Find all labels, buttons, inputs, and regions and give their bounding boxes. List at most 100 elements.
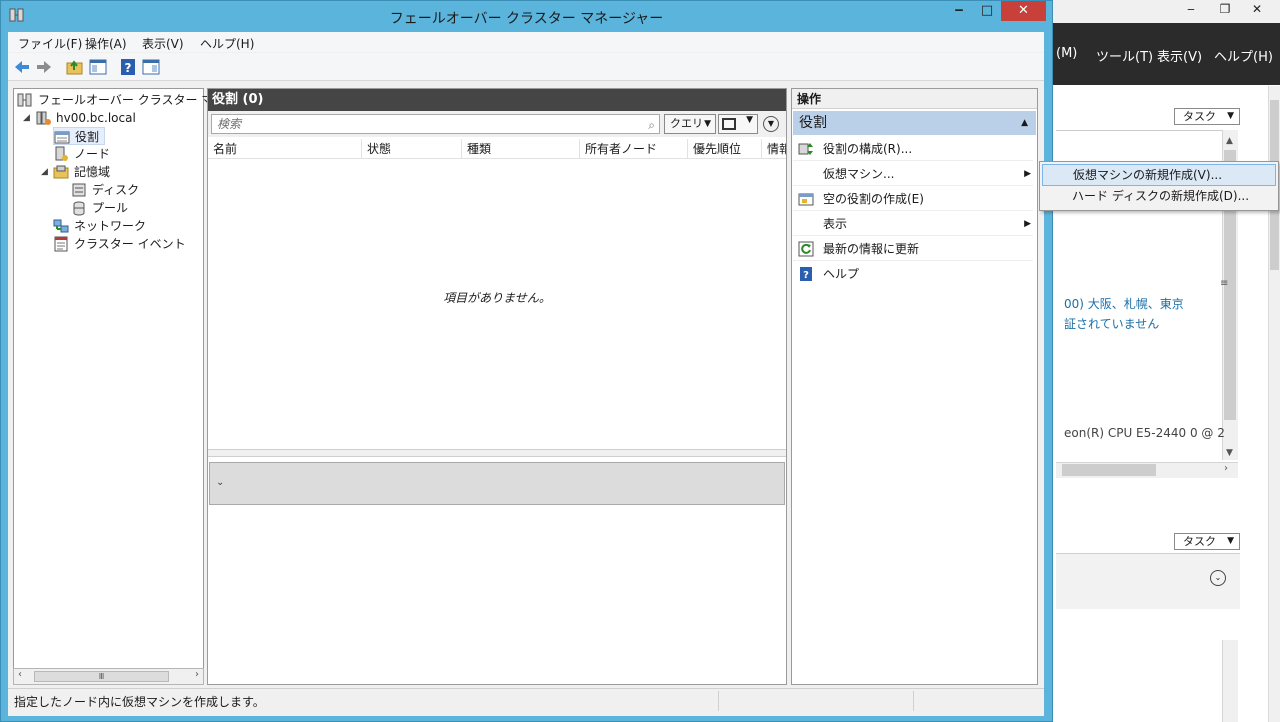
scroll-right-icon[interactable]: › bbox=[1224, 463, 1228, 474]
tree-horizontal-scrollbar[interactable]: ‹ Ⅲ › bbox=[13, 668, 204, 685]
background-restore-button[interactable]: ❐ bbox=[1210, 0, 1240, 20]
tree-item-cluster[interactable]: hv00.bc.local bbox=[35, 109, 195, 127]
background-panel-hscroll-thumb[interactable] bbox=[1062, 464, 1156, 476]
scroll-left-icon[interactable]: ‹ bbox=[18, 669, 22, 680]
menu-action[interactable]: 操作(A) bbox=[85, 35, 127, 52]
nodes-icon bbox=[55, 146, 68, 161]
column-status[interactable]: 状態 bbox=[362, 139, 462, 159]
chevron-down-icon[interactable]: ⌄ bbox=[216, 477, 224, 488]
window-titlebar[interactable]: フェールオーバー クラスター マネージャー ‒ □ ✕ bbox=[1, 1, 1052, 32]
refresh-icon bbox=[798, 241, 814, 257]
tree-item-nodes[interactable]: ノード bbox=[53, 145, 173, 163]
column-information[interactable]: 情報 bbox=[762, 139, 786, 159]
action-create-empty-role[interactable]: 空の役割の作成(E) bbox=[793, 187, 1033, 211]
action-view[interactable]: 表示 ▶ bbox=[793, 212, 1033, 236]
task-dropdown-1[interactable]: タスク ▼ bbox=[1174, 108, 1240, 125]
console-tree-icon[interactable] bbox=[88, 57, 108, 77]
virtual-machines-submenu: 仮想マシンの新規作成(V)... ハード ディスクの新規作成(D)... bbox=[1039, 161, 1279, 211]
tree-disks-label: ディスク bbox=[92, 183, 140, 197]
back-icon[interactable] bbox=[12, 57, 32, 77]
background-close-button[interactable]: ✕ bbox=[1242, 0, 1272, 20]
background-minimize-button[interactable]: ‒ bbox=[1176, 0, 1206, 20]
tree-item-networks[interactable]: ネットワーク bbox=[53, 217, 183, 235]
window-client-area: ファイル(F) 操作(A) 表示(V) ヘルプ(H) ? フェールオーバー クラ… bbox=[8, 32, 1044, 716]
actions-pane: 操作 役割 ▲ 役割の構成(R)... 仮想マシン... ▶ 空の役割の作成(E… bbox=[791, 88, 1038, 685]
scroll-up-icon[interactable]: ▲ bbox=[1226, 136, 1233, 146]
column-type[interactable]: 種類 bbox=[462, 139, 580, 159]
background-menu-tools[interactable]: ツール(T) bbox=[1096, 46, 1153, 65]
svg-text:?: ? bbox=[803, 270, 809, 281]
empty-role-icon bbox=[798, 193, 814, 206]
task-dropdown-2[interactable]: タスク ▼ bbox=[1174, 533, 1240, 550]
tree-scroll-thumb[interactable]: Ⅲ bbox=[34, 671, 169, 682]
help-icon[interactable]: ? bbox=[118, 57, 138, 77]
tree-item-roles[interactable]: 役割 bbox=[53, 127, 105, 145]
forward-icon[interactable] bbox=[34, 57, 54, 77]
save-query-button[interactable]: ▼ bbox=[718, 114, 758, 134]
svg-text:?: ? bbox=[125, 61, 132, 75]
search-row: 検索 ⌕ クエリ ▼ ▼ ▼ bbox=[208, 111, 786, 137]
scroll-right-icon[interactable]: › bbox=[195, 669, 199, 680]
tree-item-storage[interactable]: 記憶域 bbox=[53, 163, 173, 181]
close-button[interactable]: ✕ bbox=[1001, 1, 1046, 21]
actions-section-roles[interactable]: 役割 ▲ bbox=[793, 111, 1036, 135]
tree-item-pools[interactable]: プール bbox=[71, 199, 181, 217]
menu-view[interactable]: 表示(V) bbox=[142, 35, 184, 52]
action-virtual-machines[interactable]: 仮想マシン... ▶ bbox=[793, 162, 1033, 186]
background-menu-manage[interactable]: (M) bbox=[1056, 46, 1077, 61]
collapse-triangle-icon[interactable]: ◢ bbox=[23, 113, 30, 123]
minimize-button[interactable]: ‒ bbox=[945, 1, 973, 21]
column-name[interactable]: 名前 bbox=[208, 139, 362, 159]
submenu-new-virtual-machine[interactable]: 仮想マシンの新規作成(V)... bbox=[1042, 164, 1276, 186]
failover-cluster-manager-window: フェールオーバー クラスター マネージャー ‒ □ ✕ ファイル(F) 操作(A… bbox=[0, 0, 1053, 722]
menu-file[interactable]: ファイル(F) bbox=[18, 35, 82, 52]
background-menu-help[interactable]: ヘルプ(H) bbox=[1214, 46, 1273, 65]
submenu-arrow-icon: ▶ bbox=[1024, 219, 1031, 229]
collapse-up-icon[interactable]: ▲ bbox=[1021, 111, 1028, 135]
status-text: 指定したノード内に仮想マシンを作成します。 bbox=[14, 695, 265, 709]
task-dropdown-label: タスク bbox=[1183, 110, 1216, 123]
pane-splitter[interactable] bbox=[208, 449, 786, 457]
network-icon bbox=[53, 219, 69, 233]
expand-circle-icon[interactable]: ⌄ bbox=[1210, 570, 1226, 586]
task-dropdown-label: タスク bbox=[1183, 535, 1216, 548]
background-panel2-scrollbar[interactable] bbox=[1222, 640, 1238, 722]
chevron-down-icon: ▼ bbox=[704, 119, 711, 129]
maximize-button[interactable]: □ bbox=[973, 1, 1001, 21]
background-text-activation[interactable]: 証されていません bbox=[1064, 315, 1159, 332]
tree-roles-label: 役割 bbox=[75, 130, 100, 144]
action-refresh[interactable]: 最新の情報に更新 bbox=[793, 237, 1033, 261]
collapse-circle-icon[interactable]: ▼ bbox=[763, 116, 779, 132]
scroll-down-icon[interactable]: ▼ bbox=[1226, 448, 1233, 458]
tree-item-cluster-events[interactable]: クラスター イベント bbox=[53, 235, 193, 253]
search-icon[interactable]: ⌕ bbox=[648, 116, 655, 134]
configure-role-icon bbox=[798, 143, 813, 155]
detail-pane-header[interactable]: ⌄ bbox=[209, 462, 785, 505]
background-server-manager-window: ‒ ❐ ✕ (M) ツール(T) 表示(V) ヘルプ(H) タスク ▼ ≡ ▲ ▼… bbox=[1052, 0, 1280, 722]
column-priority[interactable]: 優先順位 bbox=[688, 139, 762, 159]
action-label: 最新の情報に更新 bbox=[823, 242, 920, 256]
chevron-down-icon: ▼ bbox=[1227, 536, 1234, 546]
action-label: ヘルプ bbox=[823, 267, 860, 281]
action-label: 空の役割の作成(E) bbox=[823, 192, 924, 206]
query-dropdown-button[interactable]: クエリ ▼ bbox=[664, 114, 716, 134]
empty-list-message: 項目がありません。 bbox=[443, 291, 551, 305]
menu-help[interactable]: ヘルプ(H) bbox=[200, 35, 254, 52]
action-pane-icon[interactable] bbox=[141, 57, 161, 77]
tree-item-disks[interactable]: ディスク bbox=[71, 181, 181, 199]
search-input[interactable]: 検索 ⌕ bbox=[211, 114, 660, 134]
up-folder-icon[interactable] bbox=[65, 57, 85, 77]
help-icon: ? bbox=[800, 267, 812, 281]
action-configure-role[interactable]: 役割の構成(R)... bbox=[793, 137, 1033, 161]
menubar: ファイル(F) 操作(A) 表示(V) ヘルプ(H) bbox=[8, 32, 1044, 52]
column-owner-node[interactable]: 所有者ノード bbox=[580, 139, 688, 159]
statusbar: 指定したノード内に仮想マシンを作成します。 bbox=[8, 688, 1044, 712]
action-help[interactable]: ? ヘルプ bbox=[793, 262, 1033, 286]
query-label: クエリ bbox=[670, 117, 703, 130]
submenu-arrow-icon: ▶ bbox=[1024, 169, 1031, 179]
tree-root[interactable]: フェールオーバー クラスター マネージャー bbox=[17, 91, 272, 109]
background-text-timezone[interactable]: 00) 大阪、札幌、東京 bbox=[1064, 295, 1184, 312]
background-menu-view[interactable]: 表示(V) bbox=[1157, 46, 1202, 65]
collapse-triangle-icon[interactable]: ◢ bbox=[41, 167, 48, 177]
submenu-new-hard-disk[interactable]: ハード ディスクの新規作成(D)... bbox=[1042, 186, 1276, 208]
